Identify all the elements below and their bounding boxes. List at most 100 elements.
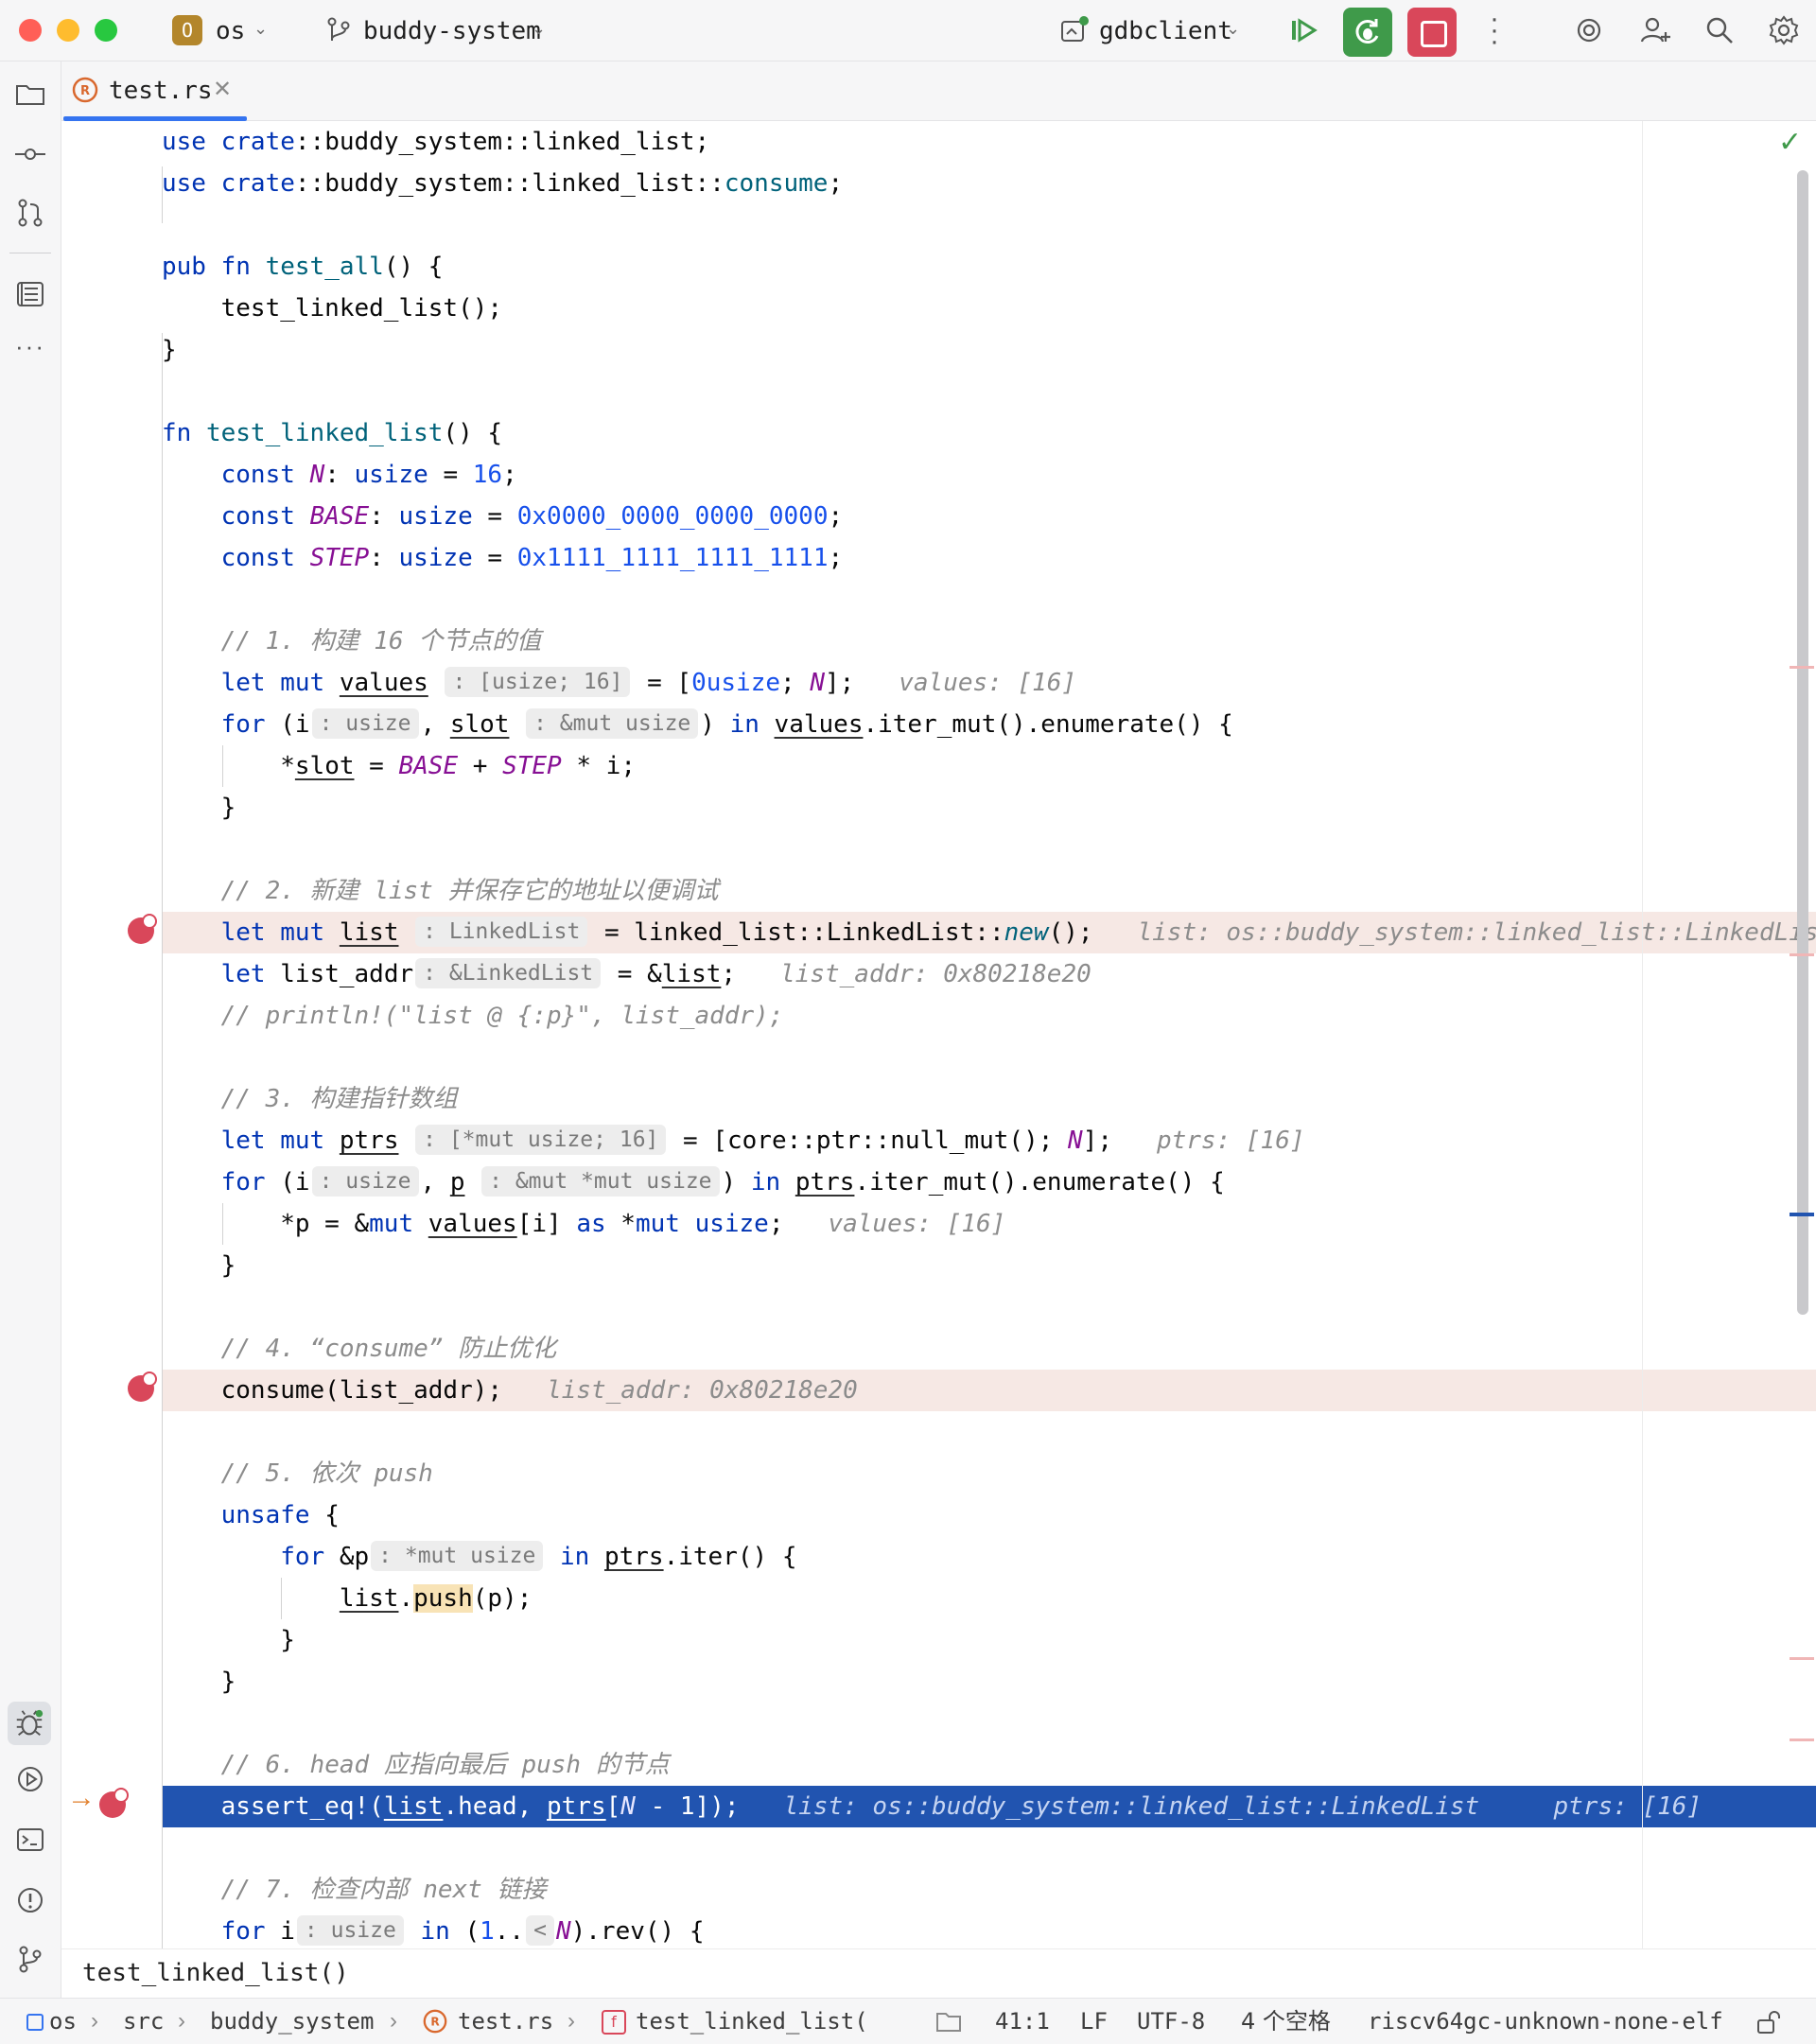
zoom-window-button[interactable] [95,19,117,42]
tab-test-rs[interactable]: R test.rs ✕ [61,61,247,120]
breakpoint-icon[interactable] [128,1375,154,1402]
branch-name: buddy-system [363,17,541,45]
code-line: let mut ptrs : [*mut usize; 16] = [core:… [162,1120,1816,1162]
project-selector[interactable]: O os ⌄ [172,13,276,47]
code-line: const STEP: usize = 0x1111_1111_1111_111… [162,537,1816,579]
code-line: for &p: *mut usize in ptrs.iter() { [162,1536,1816,1578]
build-target[interactable]: riscv64gc-unknown-none-elf [1368,2008,1723,2035]
statusbar-path-item[interactable]: buddy_system [210,2008,374,2035]
code-line: *p = &mut values[i] as *mut usize; value… [162,1203,1816,1245]
right-margin-guide [1642,121,1643,1948]
inlay-range-hint: < [526,1915,554,1946]
bug-icon [13,1707,45,1739]
chevron-right-icon: › [178,2008,185,2035]
statusbar-path-item[interactable]: test.rs [458,2008,553,2035]
run-config-name: gdbclient [1099,17,1232,45]
problems-icon[interactable] [13,1883,47,1917]
terminal-icon[interactable] [13,1823,47,1857]
version-control-icon[interactable] [13,1942,47,1976]
unlock-icon[interactable] [1754,2008,1782,2036]
inlay-type-hint: : [*mut usize; 16] [415,1125,666,1155]
breakpoint-icon[interactable] [99,1791,126,1818]
project-folder-icon[interactable] [13,77,47,111]
stop-button[interactable] [1407,8,1457,57]
code-line: } [162,1661,1816,1703]
inlay-type-hint: : [usize; 16] [445,667,630,697]
breakpoint-stripe-mark [1790,666,1814,669]
file-encoding[interactable]: UTF-8 [1137,2008,1205,2035]
close-tab-icon[interactable]: ✕ [213,76,232,104]
chevron-right-icon: › [568,2008,575,2035]
code-comment: // 5. 依次 push [162,1453,1816,1494]
project-name: os [216,17,245,45]
tab-label: test.rs [109,77,213,105]
line-ending[interactable]: LF [1080,2008,1108,2035]
code-line-breakpoint: let mut list : LinkedList = linked_list:… [162,912,1816,953]
breakpoint-icon[interactable] [128,917,154,944]
code-line: unsafe { [162,1494,1816,1536]
commit-icon[interactable] [13,137,47,171]
folder-icon[interactable] [934,2008,963,2035]
chevron-right-icon: › [390,2008,397,2035]
execution-point-arrow-icon: → [67,1784,96,1812]
chevron-down-icon: ⌄ [1226,19,1240,39]
resume-program-icon[interactable] [1286,13,1320,47]
statusbar-path-item[interactable]: src [123,2008,164,2035]
inlay-type-hint: : *mut usize [371,1541,543,1571]
run-config-selector[interactable]: gdbclient ⌄ [1057,13,1256,47]
inlay-type-hint: : usize [297,1915,404,1946]
debug-inline-value: ptrs: [16] [1554,1792,1702,1821]
search-icon[interactable] [1702,13,1737,47]
chevron-down-icon: ⌄ [532,19,546,39]
more-actions-icon[interactable]: ··· [1485,13,1504,47]
code-line: } [162,329,1816,371]
code-line: test_linked_list(); [162,288,1816,329]
ai-assistant-icon[interactable] [1572,13,1606,47]
indent-setting[interactable]: 4 个空格 [1241,2008,1331,2035]
rust-file-icon: R [71,76,99,104]
caret-position[interactable]: 41:1 [995,2008,1050,2035]
debug-rerun-icon [1351,15,1385,49]
debug-button[interactable] [1343,8,1392,57]
debug-inline-value: list: os::buddy_system::linked_list::Lin… [1138,918,1816,947]
indent-guide [162,166,164,223]
pull-requests-icon[interactable] [13,196,47,230]
code-comment: // 6. head 应指向最后 push 的节点 [162,1744,1816,1786]
settings-gear-icon[interactable] [1767,13,1801,47]
code-line: for (i: usize, slot : &mut usize) in val… [162,704,1816,745]
current-execution-line: assert_eq!(list.head, ptrs[N - 1]); list… [162,1786,1816,1827]
code-line: *slot = BASE + STEP * i; [162,745,1816,787]
debug-tool-window-button[interactable] [8,1702,51,1745]
code-line: let list_addr: &LinkedList = &list; list… [162,953,1816,995]
code-line: const BASE: usize = 0x0000_0000_0000_000… [162,496,1816,537]
code-comment: // 2. 新建 list 并保存它的地址以便调试 [162,870,1816,912]
module-square-icon [26,2014,44,2031]
vertical-scrollbar[interactable] [1797,170,1808,1315]
editor-tab-bar: R test.rs ✕ [61,61,1816,121]
no-problems-check-icon[interactable]: ✓ [1778,129,1802,157]
minimize-window-button[interactable] [57,19,79,42]
code-line: } [162,787,1816,829]
chevron-right-icon: › [91,2008,98,2035]
inlay-type-hint: : &LinkedList [415,958,601,988]
branch-selector[interactable]: buddy-system ⌄ [322,13,558,47]
run-icon[interactable] [13,1762,47,1796]
status-bar: os › src › buddy_system › R test.rs › f … [0,1998,1816,2044]
execution-stripe-mark [1790,1213,1814,1216]
editor-gutter[interactable]: → [61,121,162,1948]
add-user-icon[interactable] [1638,13,1672,47]
breadcrumb-function[interactable]: test_linked_list() [82,1959,349,1987]
statusbar-path-item[interactable]: os [49,2008,77,2035]
more-tool-windows-icon[interactable]: ··· [13,332,47,355]
code-comment: // 1. 构建 16 个节点的值 [162,620,1816,662]
statusbar-path-item[interactable]: test_linked_list( [636,2008,868,2035]
code-editor[interactable]: use crate::buddy_system::linked_list; us… [162,121,1816,1948]
inlay-type-hint: : &mut *mut usize [481,1166,719,1197]
inlay-type-hint: : usize [312,1166,419,1197]
breakpoint-stripe-mark [1790,1657,1814,1660]
tool-window-strip: ··· [0,61,61,2000]
structure-icon[interactable] [13,277,47,311]
code-comment: // 4. “consume” 防止优化 [162,1328,1816,1370]
close-window-button[interactable] [19,19,42,42]
code-comment: // 7. 检查内部 next 链接 [162,1869,1816,1911]
